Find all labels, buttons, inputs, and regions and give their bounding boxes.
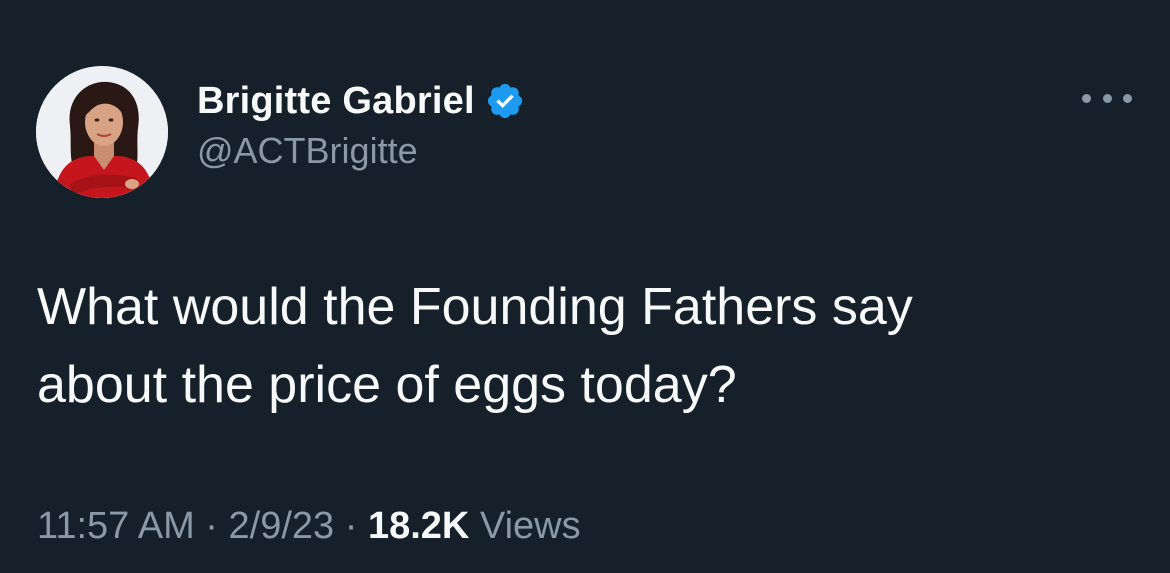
more-dot xyxy=(1123,93,1132,103)
tweet-card: Brigitte Gabriel @ACTBrigitte What would… xyxy=(0,0,1170,573)
meta-separator: · xyxy=(334,505,368,547)
more-dot xyxy=(1102,93,1112,103)
author-display-name[interactable]: Brigitte Gabriel xyxy=(197,80,475,123)
verified-badge-icon xyxy=(485,81,525,121)
profile-photo xyxy=(36,66,168,198)
author-handle[interactable]: @ACTBrigitte xyxy=(197,130,418,172)
tweet-time[interactable]: 11:57 AM xyxy=(37,505,195,547)
more-options-icon[interactable] xyxy=(1082,86,1132,110)
tweet-text: What would the Founding Fathers say abou… xyxy=(37,278,913,414)
avatar[interactable] xyxy=(36,66,168,198)
views-count[interactable]: 18.2K xyxy=(368,505,469,547)
tweet-metadata: 11:57 AM · 2/9/23 · 18.2K Views xyxy=(37,500,581,552)
tweet-date[interactable]: 2/9/23 xyxy=(229,505,335,547)
views-label: Views xyxy=(469,505,581,547)
more-dot xyxy=(1082,93,1091,103)
meta-separator: · xyxy=(194,505,229,547)
author-name-row: Brigitte Gabriel xyxy=(197,78,525,124)
